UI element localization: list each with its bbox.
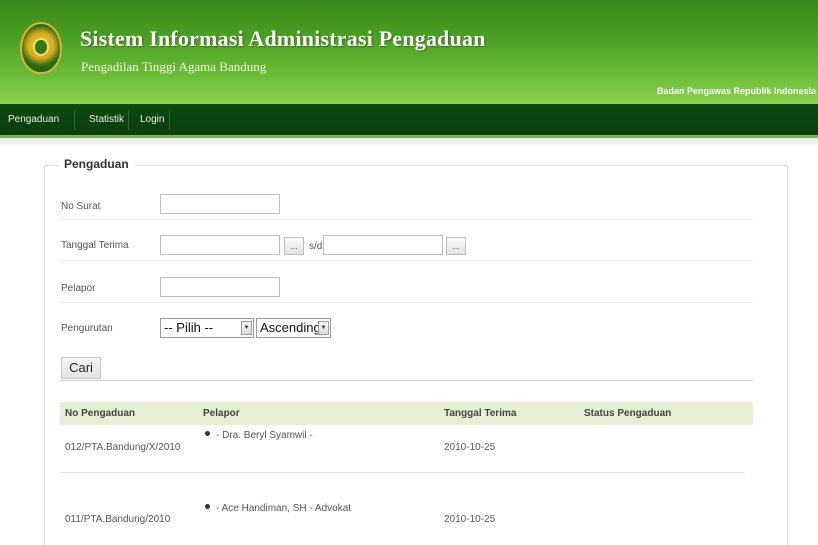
tanggal-to-input[interactable] <box>323 235 443 255</box>
pelapor-input[interactable] <box>160 277 280 297</box>
bullet-icon <box>205 504 210 509</box>
no-surat-label: No Surat <box>61 201 101 212</box>
app-title: Sistem Informasi Administrasi Pengaduan <box>80 26 486 51</box>
sort-field-select[interactable]: -- Pilih -- ▼ <box>160 318 254 338</box>
nav-divider <box>74 110 75 130</box>
row-divider <box>60 302 753 303</box>
pelapor-text: - Ace Handiman, SH - Advokat <box>216 503 352 514</box>
chevron-down-icon: ▼ <box>318 321 329 335</box>
agency-name: Badan Pengawas Republik Indonesia <box>656 86 816 96</box>
sort-order-select[interactable]: Ascending ▼ <box>256 318 331 338</box>
cell-no-pengaduan[interactable]: 011/PTA.Bandung/2010 <box>65 514 170 525</box>
table-row-divider <box>60 472 745 473</box>
nav-item-login[interactable]: Login <box>132 104 172 135</box>
search-fieldset <box>44 165 788 545</box>
results-table-header: No Pengaduan Pelapor Tanggal Terima Stat… <box>60 402 753 425</box>
nav-divider <box>169 110 170 130</box>
row-divider <box>60 219 753 220</box>
bullet-icon <box>205 431 210 436</box>
row-divider <box>60 260 753 261</box>
fieldset-legend: Pengaduan <box>58 157 135 171</box>
search-button[interactable]: Cari <box>61 357 101 379</box>
pelapor-text: - Dra. Beryl Syamwil - <box>216 430 313 441</box>
cell-pelapor: - Ace Handiman, SH - Advokat <box>205 503 351 514</box>
column-header-pelapor: Pelapor <box>203 408 240 419</box>
column-header-no-pengaduan: No Pengaduan <box>65 408 136 419</box>
chevron-down-icon: ▼ <box>241 321 252 335</box>
emblem-center-icon <box>33 38 49 56</box>
button-divider <box>60 380 753 381</box>
column-header-tanggal-terima: Tanggal Terima <box>444 408 517 419</box>
cell-tanggal-terima: 2010-10-25 <box>444 514 496 525</box>
nav-divider <box>128 110 129 130</box>
nav-shadow <box>0 138 818 148</box>
app-subtitle: Pengadilan Tinggi Agama Bandung <box>81 59 267 74</box>
nav-item-pengaduan[interactable]: Pengaduan <box>0 104 67 135</box>
sort-order-selected: Ascending <box>260 320 321 335</box>
date-from-picker-button[interactable]: ... <box>284 237 304 255</box>
sort-field-selected: -- Pilih -- <box>164 320 214 335</box>
pelapor-label: Pelapor <box>61 283 96 294</box>
tanggal-terima-label: Tanggal Terima <box>61 240 129 251</box>
no-surat-input[interactable] <box>160 194 280 214</box>
tanggal-from-input[interactable] <box>160 235 280 255</box>
cell-tanggal-terima: 2010-10-25 <box>444 442 496 453</box>
nav-item-statistik[interactable]: Statistik <box>81 104 132 135</box>
cell-no-pengaduan[interactable]: 012/PTA.Bandung/X/2010 <box>65 442 180 453</box>
cell-pelapor: - Dra. Beryl Syamwil - <box>205 430 313 441</box>
date-range-separator: s/d <box>309 241 323 252</box>
main-nav: Pengaduan Statistik Login <box>0 104 818 138</box>
court-emblem-logo <box>20 22 62 74</box>
app-header: Sistem Informasi Administrasi Pengaduan … <box>0 0 818 104</box>
column-header-status: Status Pengaduan <box>584 408 672 419</box>
pengurutan-label: Pengurutan <box>61 323 113 334</box>
date-to-picker-button[interactable]: ... <box>446 237 466 255</box>
